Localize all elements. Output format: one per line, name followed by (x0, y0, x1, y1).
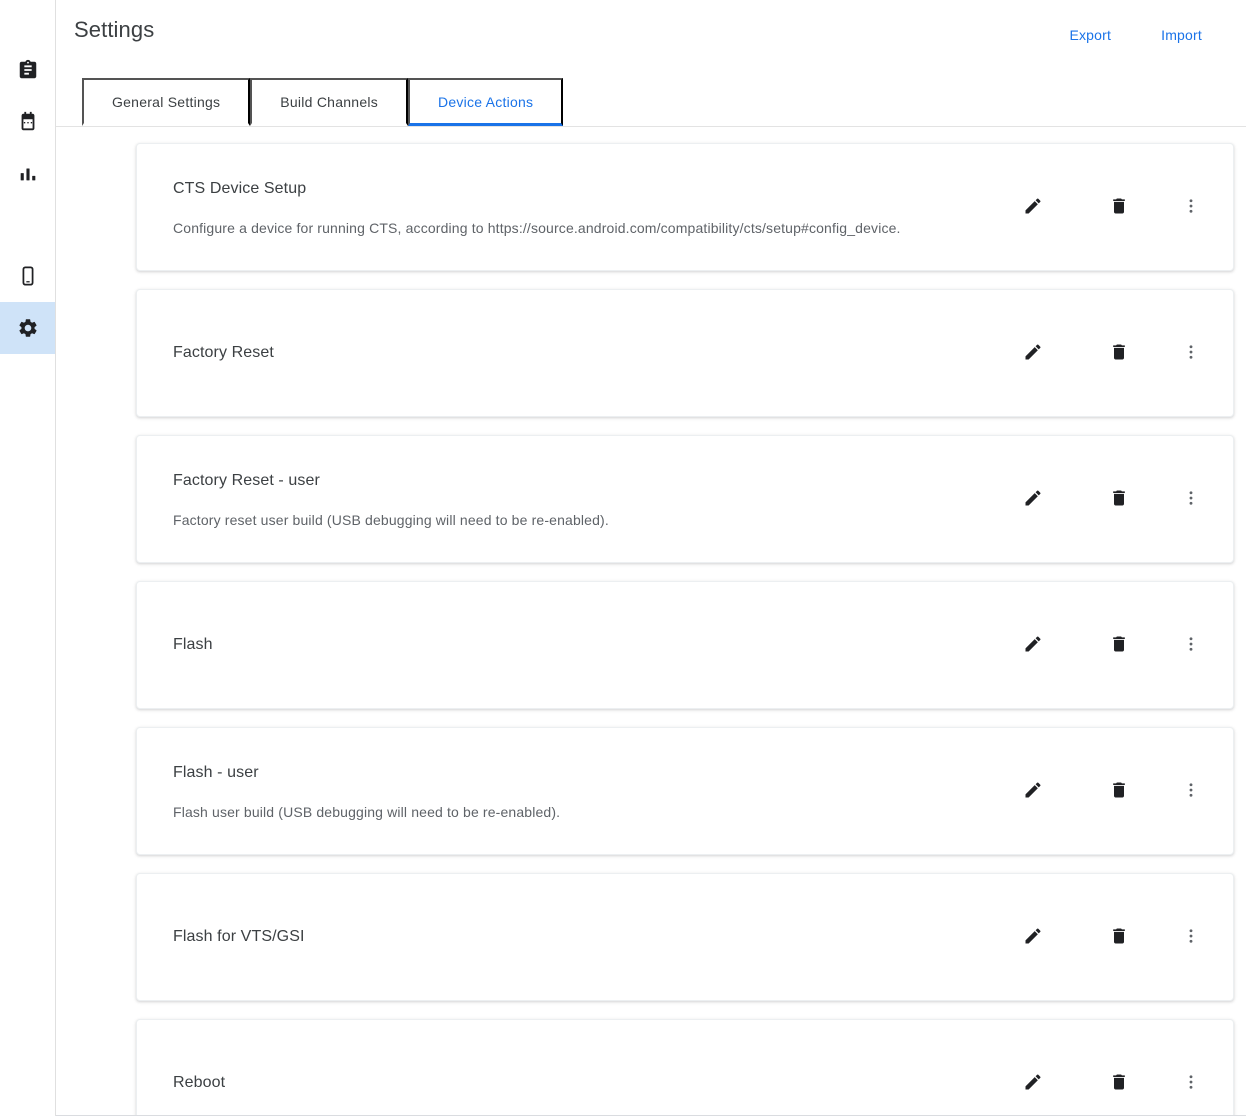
sidebar-item-devices[interactable] (0, 250, 55, 302)
device-action-controls (1009, 913, 1229, 961)
edit-device-action-button[interactable] (1009, 767, 1057, 815)
bar-chart-icon (17, 163, 39, 185)
export-button[interactable]: Export (1061, 21, 1119, 49)
delete-device-action-button[interactable] (1095, 475, 1143, 523)
device-action-description: Configure a device for running CTS, acco… (173, 219, 901, 236)
device-action-title: Reboot (173, 1074, 226, 1091)
device-action-menu-button[interactable] (1169, 767, 1213, 815)
gear-icon (17, 317, 39, 339)
trash-icon (1109, 634, 1129, 657)
device-action-menu-button[interactable] (1169, 621, 1213, 669)
edit-device-action-button[interactable] (1009, 1059, 1057, 1107)
device-action-card-6[interactable]: Reboot (136, 1019, 1234, 1116)
edit-icon (1023, 780, 1043, 803)
device-action-menu-button[interactable] (1169, 913, 1213, 961)
device-action-menu-button[interactable] (1169, 329, 1213, 377)
device-action-menu-button[interactable] (1169, 183, 1213, 231)
device-action-title: Flash (173, 636, 213, 653)
sidebar-item-tests[interactable] (0, 44, 55, 96)
more-vertical-icon (1182, 489, 1200, 510)
device-action-title: Factory Reset (173, 344, 274, 361)
more-vertical-icon (1182, 197, 1200, 218)
edit-icon (1023, 196, 1043, 219)
smartphone-icon (17, 265, 39, 287)
more-vertical-icon (1182, 343, 1200, 364)
edit-icon (1023, 488, 1043, 511)
device-action-body: Reboot (137, 1053, 1009, 1113)
device-action-title: Flash - user (173, 763, 259, 781)
device-action-body: Factory Reset (137, 323, 1009, 383)
delete-device-action-button[interactable] (1095, 183, 1143, 231)
device-action-controls (1009, 475, 1229, 523)
device-action-card-4[interactable]: Flash - user Flash user build (USB debug… (136, 727, 1234, 855)
trash-icon (1109, 780, 1129, 803)
app-root: Settings Export Import General Settings … (0, 0, 1246, 1116)
device-action-controls (1009, 1059, 1229, 1107)
device-action-controls (1009, 183, 1229, 231)
device-action-menu-button[interactable] (1169, 1059, 1213, 1107)
edit-icon (1023, 926, 1043, 949)
page-header: Settings Export Import (56, 0, 1246, 78)
edit-icon (1023, 342, 1043, 365)
edit-device-action-button[interactable] (1009, 913, 1057, 961)
device-action-body: CTS Device Setup Configure a device for … (137, 159, 1009, 256)
device-action-body: Flash - user Flash user build (USB debug… (137, 743, 1009, 840)
device-action-body: Flash for VTS/GSI (137, 907, 1009, 967)
tab-build-channels[interactable]: Build Channels (250, 78, 408, 126)
device-action-description: Factory reset user build (USB debugging … (173, 511, 609, 528)
sidebar-item-schedules[interactable] (0, 96, 55, 148)
delete-device-action-button[interactable] (1095, 329, 1143, 377)
device-action-description: Flash user build (USB debugging will nee… (173, 803, 561, 820)
device-action-card-1[interactable]: Factory Reset (136, 289, 1234, 417)
trash-icon (1109, 488, 1129, 511)
device-action-title: CTS Device Setup (173, 179, 307, 197)
delete-device-action-button[interactable] (1095, 1059, 1143, 1107)
edit-device-action-button[interactable] (1009, 183, 1057, 231)
more-vertical-icon (1182, 927, 1200, 948)
delete-device-action-button[interactable] (1095, 913, 1143, 961)
sidebar-item-results[interactable] (0, 148, 55, 200)
edit-device-action-button[interactable] (1009, 329, 1057, 377)
device-action-controls (1009, 767, 1229, 815)
device-action-controls (1009, 329, 1229, 377)
delete-device-action-button[interactable] (1095, 621, 1143, 669)
calendar-icon (17, 111, 39, 133)
device-action-title: Flash for VTS/GSI (173, 928, 305, 945)
clipboard-icon (17, 59, 39, 81)
page-title: Settings (74, 17, 155, 42)
device-action-controls (1009, 621, 1229, 669)
header-actions: Export Import (1061, 16, 1224, 49)
main-content: Settings Export Import General Settings … (56, 0, 1246, 1116)
sidebar-item-settings[interactable] (0, 302, 55, 354)
trash-icon (1109, 926, 1129, 949)
import-button[interactable]: Import (1153, 21, 1210, 49)
device-action-title: Factory Reset - user (173, 471, 320, 489)
edit-icon (1023, 1072, 1043, 1095)
settings-tabs: General Settings Build Channels Device A… (56, 78, 1246, 127)
trash-icon (1109, 342, 1129, 365)
device-action-menu-button[interactable] (1169, 475, 1213, 523)
delete-device-action-button[interactable] (1095, 767, 1143, 815)
edit-icon (1023, 634, 1043, 657)
sidebar-nav (0, 0, 56, 1116)
more-vertical-icon (1182, 635, 1200, 656)
tab-general-settings[interactable]: General Settings (82, 78, 251, 126)
more-vertical-icon (1182, 1073, 1200, 1094)
device-actions-list: CTS Device Setup Configure a device for … (56, 127, 1246, 1116)
device-action-body: Flash (137, 615, 1009, 675)
trash-icon (1109, 196, 1129, 219)
device-action-body: Factory Reset - user Factory reset user … (137, 451, 1009, 548)
more-vertical-icon (1182, 781, 1200, 802)
tab-device-actions[interactable]: Device Actions (407, 78, 564, 126)
edit-device-action-button[interactable] (1009, 475, 1057, 523)
device-action-card-3[interactable]: Flash (136, 581, 1234, 709)
device-action-card-0[interactable]: CTS Device Setup Configure a device for … (136, 143, 1234, 271)
edit-device-action-button[interactable] (1009, 621, 1057, 669)
device-action-card-2[interactable]: Factory Reset - user Factory reset user … (136, 435, 1234, 563)
device-action-card-5[interactable]: Flash for VTS/GSI (136, 873, 1234, 1001)
trash-icon (1109, 1072, 1129, 1095)
